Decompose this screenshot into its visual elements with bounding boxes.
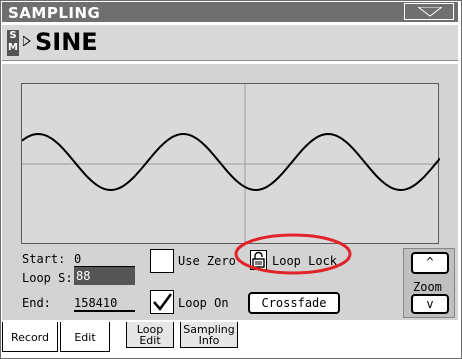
loop-start-value: 88: [76, 269, 91, 283]
zoom-out-button[interactable]: v: [411, 294, 449, 314]
start-value[interactable]: 0: [74, 252, 81, 266]
crossfade-label: Crossfade: [261, 296, 327, 310]
loop-start-field[interactable]: 88: [74, 267, 135, 285]
end-value[interactable]: 158410: [74, 296, 117, 310]
window-title: SAMPLING: [8, 4, 101, 22]
tab-loop-edit[interactable]: Loop Edit: [126, 322, 174, 348]
play-icon: [23, 36, 31, 46]
checkmark-icon: [153, 293, 173, 312]
zoom-down-icon: v: [426, 297, 434, 311]
zoom-up-icon: ^: [426, 255, 434, 269]
end-label: End:: [22, 296, 51, 310]
highlight-circle: [234, 233, 352, 275]
tab-record[interactable]: Record: [2, 322, 58, 352]
title-bar: SAMPLING: [2, 2, 458, 22]
start-label: Start:: [22, 252, 66, 266]
tab-sampling-info-line2: Info: [198, 334, 220, 347]
tab-loop-edit-line2: Edit: [139, 334, 161, 347]
zoom-label: Zoom: [413, 280, 442, 294]
use-zero-label: Use Zero: [178, 254, 236, 268]
tab-edit[interactable]: Edit: [60, 322, 110, 352]
waveform-display[interactable]: [21, 83, 440, 245]
sample-type-icon: S M: [7, 30, 19, 56]
triangle-down-icon: [418, 7, 442, 17]
tab-sampling-info[interactable]: Sampling Info: [180, 322, 238, 348]
loop-on-checkbox[interactable]: [150, 290, 174, 314]
end-underline: [74, 310, 135, 312]
sample-name-bar[interactable]: S M SINE: [2, 24, 458, 61]
sample-name: SINE: [35, 28, 98, 56]
loop-on-label: Loop On: [178, 296, 229, 310]
badge-bottom-letter: M: [8, 42, 18, 53]
crossfade-button[interactable]: Crossfade: [248, 292, 340, 314]
tab-edit-label: Edit: [74, 331, 96, 344]
sine-waveform: [22, 132, 440, 192]
badge-top-letter: S: [9, 30, 17, 41]
tab-record-label: Record: [10, 331, 49, 344]
tab-bar: Record Edit Loop Edit Sampling Info: [2, 322, 458, 357]
waveform-graph: [22, 84, 440, 245]
page-menu-button[interactable]: [404, 3, 454, 20]
zoom-control: ^ Zoom v: [403, 248, 455, 318]
use-zero-checkbox[interactable]: [150, 249, 174, 273]
zoom-in-button[interactable]: ^: [411, 252, 449, 274]
loop-start-label: Loop S:: [22, 271, 73, 285]
